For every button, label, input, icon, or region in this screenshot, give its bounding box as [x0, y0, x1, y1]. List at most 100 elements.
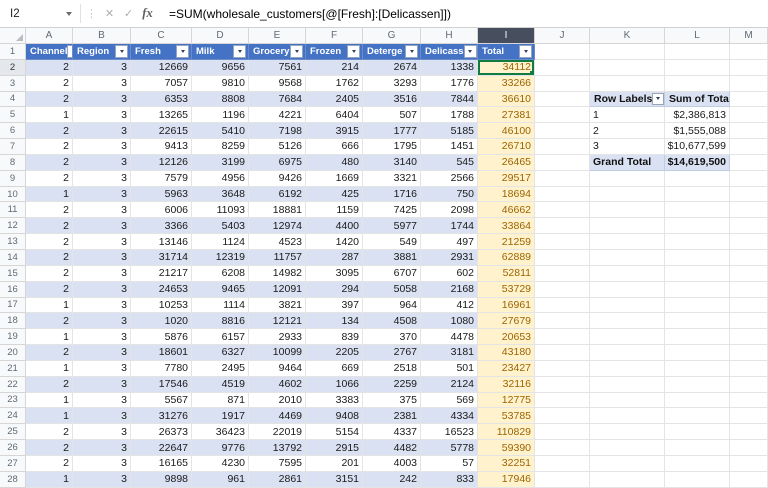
- cell-E21[interactable]: 9464: [249, 361, 306, 377]
- row-header-14[interactable]: 14: [0, 250, 26, 266]
- column-header-B[interactable]: B: [73, 28, 131, 44]
- cell-J3[interactable]: [535, 76, 590, 92]
- cell-H1[interactable]: Delicass: [421, 44, 478, 60]
- cell-A14[interactable]: 2: [26, 250, 73, 266]
- filter-button[interactable]: [519, 45, 532, 58]
- cell-M2[interactable]: [730, 60, 768, 76]
- cell-J6[interactable]: [535, 123, 590, 139]
- cell-B7[interactable]: 3: [73, 139, 131, 155]
- chevron-down-icon[interactable]: [66, 12, 72, 16]
- cell-E27[interactable]: 7595: [249, 456, 306, 472]
- cell-D18[interactable]: 8816: [192, 313, 249, 329]
- cell-H8[interactable]: 545: [421, 155, 478, 171]
- cell-G21[interactable]: 2518: [363, 361, 421, 377]
- cell-I6[interactable]: 46100: [478, 123, 535, 139]
- cell-J11[interactable]: [535, 202, 590, 218]
- cell-M7[interactable]: [730, 139, 768, 155]
- cell-F21[interactable]: 669: [306, 361, 363, 377]
- filter-button[interactable]: [290, 45, 303, 58]
- cell-B17[interactable]: 3: [73, 298, 131, 314]
- cell-K17[interactable]: [590, 298, 665, 314]
- cell-H28[interactable]: 833: [421, 472, 478, 488]
- cell-K24[interactable]: [590, 408, 665, 424]
- cell-E28[interactable]: 2861: [249, 472, 306, 488]
- cell-A11[interactable]: 2: [26, 202, 73, 218]
- row-header-11[interactable]: 11: [0, 202, 26, 218]
- cell-B19[interactable]: 3: [73, 329, 131, 345]
- cell-M17[interactable]: [730, 298, 768, 314]
- cell-B4[interactable]: 3: [73, 92, 131, 108]
- cell-K5[interactable]: 1: [590, 107, 665, 123]
- cell-C13[interactable]: 13146: [131, 234, 192, 250]
- cell-E19[interactable]: 2933: [249, 329, 306, 345]
- cell-L8[interactable]: $14,619,500: [665, 155, 730, 171]
- cell-B23[interactable]: 3: [73, 393, 131, 409]
- cell-D23[interactable]: 871: [192, 393, 249, 409]
- cell-A27[interactable]: 2: [26, 456, 73, 472]
- cell-A6[interactable]: 2: [26, 123, 73, 139]
- cell-B9[interactable]: 3: [73, 171, 131, 187]
- cell-M28[interactable]: [730, 472, 768, 488]
- cell-K13[interactable]: [590, 234, 665, 250]
- cell-J19[interactable]: [535, 329, 590, 345]
- cell-M1[interactable]: [730, 44, 768, 60]
- column-header-J[interactable]: J: [535, 28, 590, 44]
- cell-C3[interactable]: 7057: [131, 76, 192, 92]
- filter-button[interactable]: [347, 45, 360, 58]
- row-header-2[interactable]: 2: [0, 60, 26, 76]
- cell-L21[interactable]: [665, 361, 730, 377]
- cell-J14[interactable]: [535, 250, 590, 266]
- row-header-9[interactable]: 9: [0, 171, 26, 187]
- cell-D28[interactable]: 961: [192, 472, 249, 488]
- cell-G10[interactable]: 1716: [363, 187, 421, 203]
- cell-B14[interactable]: 3: [73, 250, 131, 266]
- cell-F7[interactable]: 666: [306, 139, 363, 155]
- cell-M8[interactable]: [730, 155, 768, 171]
- cell-C1[interactable]: Fresh: [131, 44, 192, 60]
- column-header-E[interactable]: E: [249, 28, 306, 44]
- cell-J8[interactable]: [535, 155, 590, 171]
- row-header-7[interactable]: 7: [0, 139, 26, 155]
- cell-D9[interactable]: 4956: [192, 171, 249, 187]
- cell-L1[interactable]: [665, 44, 730, 60]
- cell-M5[interactable]: [730, 107, 768, 123]
- cell-E9[interactable]: 9426: [249, 171, 306, 187]
- cell-E8[interactable]: 6975: [249, 155, 306, 171]
- cell-D26[interactable]: 9776: [192, 440, 249, 456]
- cell-A9[interactable]: 2: [26, 171, 73, 187]
- cell-B25[interactable]: 3: [73, 424, 131, 440]
- filter-button[interactable]: [176, 45, 189, 58]
- cell-A1[interactable]: Channel: [26, 44, 73, 60]
- cell-I24[interactable]: 53785: [478, 408, 535, 424]
- cell-D4[interactable]: 8808: [192, 92, 249, 108]
- cell-E12[interactable]: 12974: [249, 218, 306, 234]
- cell-B8[interactable]: 3: [73, 155, 131, 171]
- cell-F17[interactable]: 397: [306, 298, 363, 314]
- row-header-19[interactable]: 19: [0, 329, 26, 345]
- cell-M19[interactable]: [730, 329, 768, 345]
- cell-H21[interactable]: 501: [421, 361, 478, 377]
- cell-K28[interactable]: [590, 472, 665, 488]
- cell-A12[interactable]: 2: [26, 218, 73, 234]
- column-header-D[interactable]: D: [192, 28, 249, 44]
- cell-E22[interactable]: 4602: [249, 377, 306, 393]
- column-header-K[interactable]: K: [590, 28, 665, 44]
- cell-E6[interactable]: 7198: [249, 123, 306, 139]
- cell-L26[interactable]: [665, 440, 730, 456]
- cell-F6[interactable]: 3915: [306, 123, 363, 139]
- row-header-25[interactable]: 25: [0, 424, 26, 440]
- cell-H7[interactable]: 1451: [421, 139, 478, 155]
- cell-D3[interactable]: 9810: [192, 76, 249, 92]
- cell-A16[interactable]: 2: [26, 282, 73, 298]
- column-header-M[interactable]: M: [730, 28, 768, 44]
- cell-H16[interactable]: 2168: [421, 282, 478, 298]
- cell-E17[interactable]: 3821: [249, 298, 306, 314]
- cell-D24[interactable]: 1917: [192, 408, 249, 424]
- cell-M3[interactable]: [730, 76, 768, 92]
- cell-I26[interactable]: 59390: [478, 440, 535, 456]
- cell-A3[interactable]: 2: [26, 76, 73, 92]
- cell-I13[interactable]: 21259: [478, 234, 535, 250]
- cell-G28[interactable]: 242: [363, 472, 421, 488]
- cell-A19[interactable]: 1: [26, 329, 73, 345]
- cell-H26[interactable]: 5778: [421, 440, 478, 456]
